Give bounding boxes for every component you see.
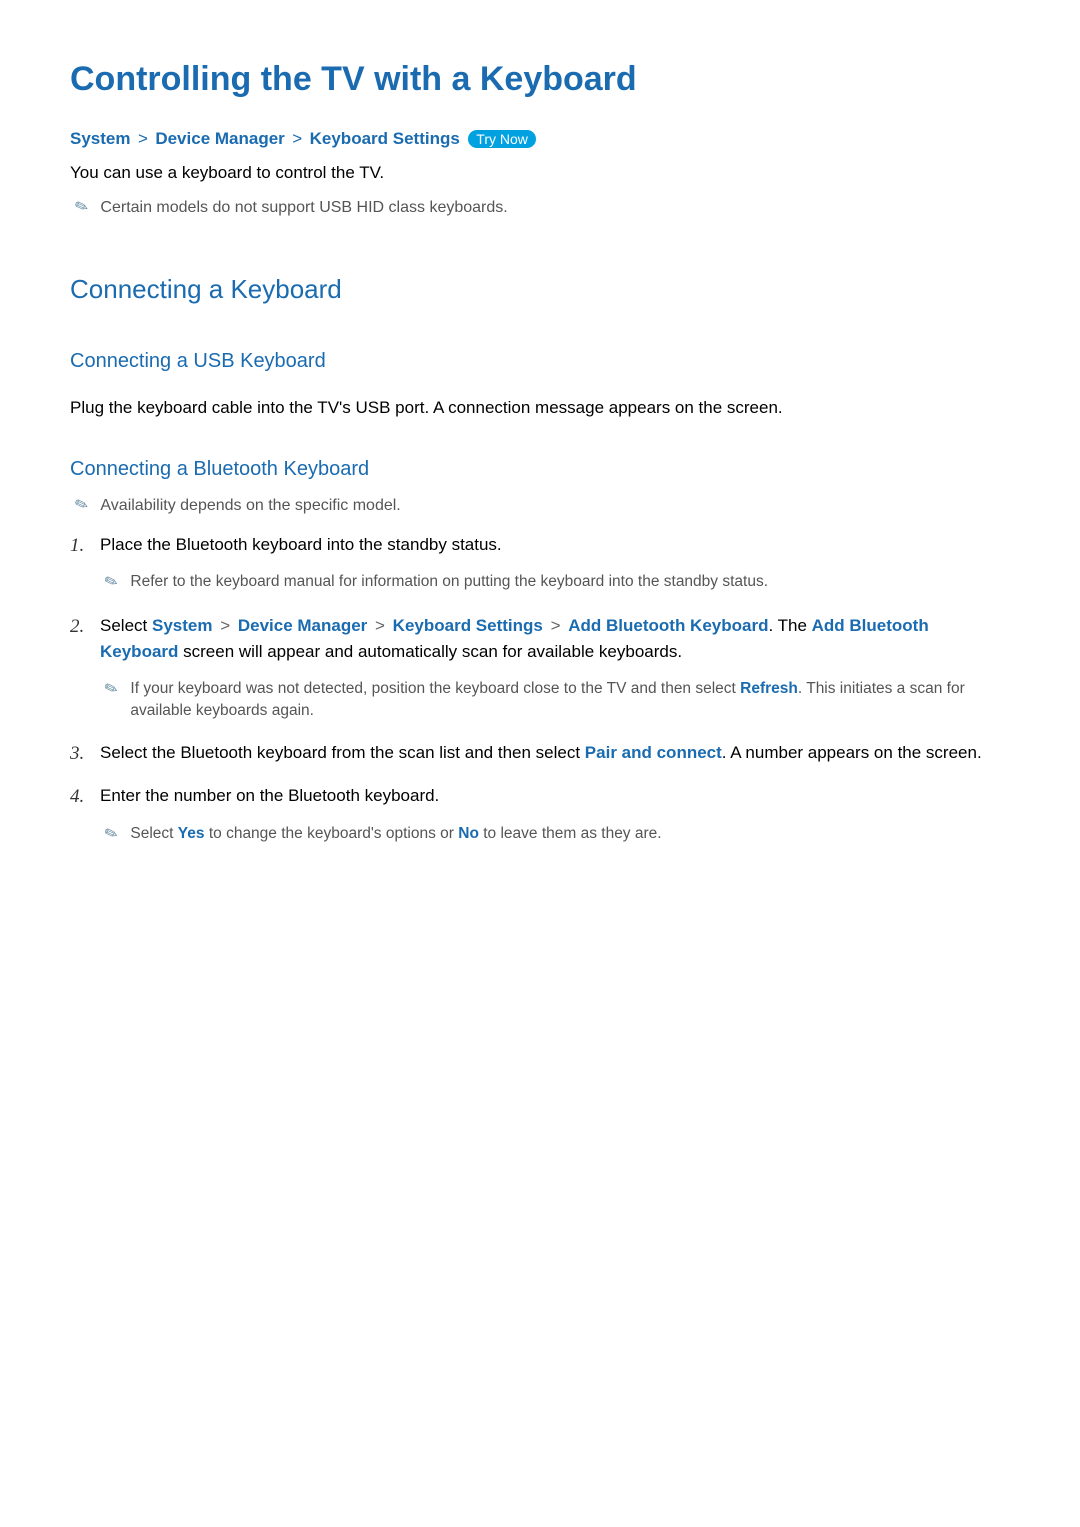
note-text: Refer to the keyboard manual for informa… [130,571,768,593]
menu-path-item: Keyboard Settings [393,616,543,635]
highlight-text: Yes [178,825,205,842]
menu-path-item: Device Manager [238,616,367,635]
highlight-text: Refresh [740,680,798,697]
note: ✎ Availability depends on the specific m… [75,495,1010,517]
note-text: If your keyboard was not detected, posit… [130,678,1010,721]
step-text: Enter the number on the Bluetooth keyboa… [100,786,439,805]
subsection-heading: Connecting a USB Keyboard [70,350,1010,373]
step-item: Select the Bluetooth keyboard from the s… [70,740,1010,766]
breadcrumb-item[interactable]: Device Manager [155,129,284,148]
step-text: Select [100,616,152,635]
section-heading: Connecting a Keyboard [70,274,1010,305]
body-text: Plug the keyboard cable into the TV's US… [70,398,1010,418]
note-text: Certain models do not support USB HID cl… [100,197,507,219]
menu-path-item: System [152,616,212,635]
step-item: Enter the number on the Bluetooth keyboa… [70,783,1010,847]
try-now-badge[interactable]: Try Now [468,130,536,148]
step-text: . The [768,616,811,635]
page-title: Controlling the TV with a Keyboard [70,60,1010,99]
note-icon: ✎ [101,821,122,848]
step-text: Select the Bluetooth keyboard from the s… [100,743,585,762]
subsection-heading: Connecting a Bluetooth Keyboard [70,458,1010,481]
chevron-right-icon: > [370,616,389,635]
chevron-right-icon: > [138,129,148,148]
step-item: Select System > Device Manager > Keyboar… [70,613,1010,721]
note: ✎ Refer to the keyboard manual for infor… [105,571,1010,595]
breadcrumb-item[interactable]: Keyboard Settings [310,129,460,148]
breadcrumb-item[interactable]: System [70,129,130,148]
chevron-right-icon: > [215,616,234,635]
intro-text: You can use a keyboard to control the TV… [70,163,1010,183]
note-icon: ✎ [101,570,122,597]
note: ✎ Certain models do not support USB HID … [75,197,1010,219]
note: ✎ Select Yes to change the keyboard's op… [105,823,1010,847]
note-text: Select Yes to change the keyboard's opti… [130,823,661,845]
chevron-right-icon: > [292,129,302,148]
note-icon: ✎ [72,494,91,517]
step-text: . A number appears on the screen. [722,743,982,762]
note-icon: ✎ [101,677,122,704]
step-item: Place the Bluetooth keyboard into the st… [70,532,1010,596]
note: ✎ If your keyboard was not detected, pos… [105,678,1010,721]
highlight-text: Pair and connect [585,743,722,762]
chevron-right-icon: > [546,616,565,635]
breadcrumb: System > Device Manager > Keyboard Setti… [70,129,1010,149]
steps-list: Place the Bluetooth keyboard into the st… [70,532,1010,847]
menu-path-item: Add Bluetooth Keyboard [568,616,768,635]
note-icon: ✎ [72,195,91,218]
highlight-text: No [458,825,479,842]
note-text: Availability depends on the specific mod… [100,495,400,517]
step-text: Place the Bluetooth keyboard into the st… [100,535,502,554]
step-text: screen will appear and automatically sca… [178,642,682,661]
